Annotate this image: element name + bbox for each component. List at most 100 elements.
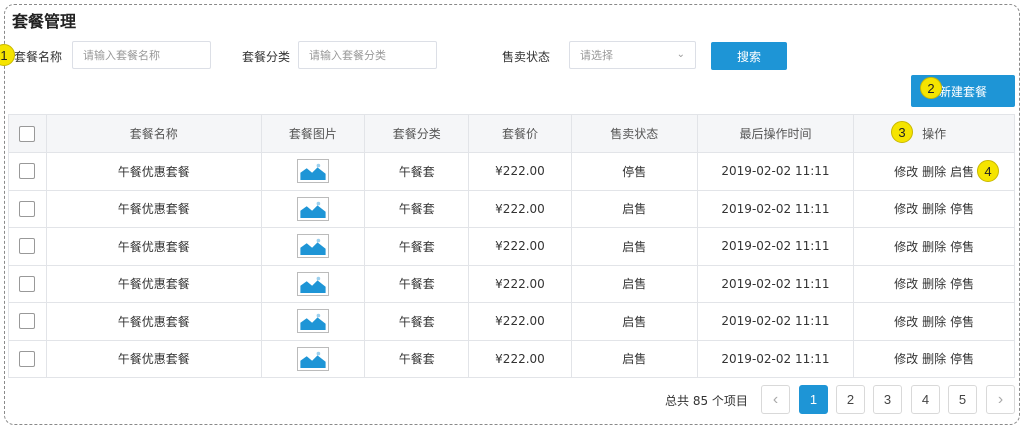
table-row: 午餐优惠套餐 午餐套 ¥222.00 启售 2019-02-02 11:11 修改 删除 停售 bbox=[9, 227, 1014, 265]
delete-link[interactable]: 删除 bbox=[922, 163, 946, 180]
row-select-cell bbox=[9, 341, 46, 378]
package-name: 午餐优惠套餐 bbox=[45, 153, 261, 190]
delete-link[interactable]: 删除 bbox=[922, 350, 946, 367]
package-name: 午餐优惠套餐 bbox=[45, 303, 261, 340]
edit-link[interactable]: 修改 bbox=[894, 238, 918, 255]
package-price: ¥222.00 bbox=[468, 340, 571, 377]
package-status: 启售 bbox=[570, 340, 697, 377]
package-image bbox=[296, 346, 329, 371]
status-select[interactable]: 请选择 ⌄ bbox=[569, 41, 696, 69]
package-category: 午餐套 bbox=[364, 190, 468, 227]
package-status: 停售 bbox=[570, 153, 697, 190]
table-row: 午餐优惠套餐 午餐套 ¥222.00 停售 2019-02-02 11:11 修改 删除 启售 bbox=[9, 152, 1014, 190]
image-placeholder-icon bbox=[300, 274, 326, 293]
toggle-sale-link[interactable]: 启售 bbox=[950, 163, 974, 180]
package-image bbox=[296, 309, 329, 334]
search-button[interactable]: 搜索 bbox=[711, 42, 787, 70]
page-button-4[interactable]: 4 bbox=[911, 385, 940, 414]
toggle-sale-link[interactable]: 停售 bbox=[950, 238, 974, 255]
package-image bbox=[296, 271, 329, 296]
status-select-placeholder: 请选择 bbox=[580, 49, 613, 62]
header-updated-time: 最后操作时间 bbox=[696, 115, 854, 152]
table-body: 午餐优惠套餐 午餐套 ¥222.00 停售 2019-02-02 11:11 修改 删除 启售… bbox=[9, 152, 1014, 377]
image-placeholder-icon bbox=[300, 162, 326, 181]
edit-link[interactable]: 修改 bbox=[894, 275, 918, 292]
header-actions: 操作 bbox=[853, 115, 1014, 152]
package-category: 午餐套 bbox=[364, 228, 468, 265]
header-image: 套餐图片 bbox=[260, 115, 365, 152]
package-status: 启售 bbox=[570, 228, 697, 265]
package-category: 午餐套 bbox=[364, 303, 468, 340]
package-image-cell bbox=[260, 190, 365, 227]
chevron-right-icon[interactable]: › bbox=[986, 385, 1015, 414]
package-image-cell bbox=[260, 265, 365, 302]
package-name: 午餐优惠套餐 bbox=[45, 265, 261, 302]
toggle-sale-link[interactable]: 停售 bbox=[950, 200, 974, 217]
row-checkbox[interactable] bbox=[19, 350, 36, 367]
image-placeholder-icon bbox=[300, 312, 326, 331]
package-image-cell bbox=[260, 228, 365, 265]
delete-link[interactable]: 删除 bbox=[922, 238, 946, 255]
row-checkbox[interactable] bbox=[19, 163, 36, 180]
delete-link[interactable]: 删除 bbox=[922, 313, 946, 330]
table-row: 午餐优惠套餐 午餐套 ¥222.00 启售 2019-02-02 11:11 修改 删除 停售 bbox=[9, 264, 1014, 303]
table-row: 午餐优惠套餐 午餐套 ¥222.00 启售 2019-02-02 11:11 修改 删除 停售 bbox=[9, 339, 1014, 378]
select-all-checkbox[interactable] bbox=[19, 125, 36, 142]
package-status: 启售 bbox=[570, 303, 697, 340]
delete-link[interactable]: 删除 bbox=[922, 200, 946, 217]
package-name: 午餐优惠套餐 bbox=[45, 190, 261, 227]
row-select-cell bbox=[9, 153, 46, 190]
row-select-cell bbox=[9, 266, 46, 303]
toggle-sale-link[interactable]: 停售 bbox=[950, 275, 974, 292]
row-select-cell bbox=[9, 303, 46, 340]
package-category: 午餐套 bbox=[364, 340, 468, 377]
edit-link[interactable]: 修改 bbox=[894, 313, 918, 330]
page-button-1[interactable]: 1 bbox=[799, 385, 828, 414]
package-category: 午餐套 bbox=[364, 153, 468, 190]
package-price: ¥222.00 bbox=[468, 190, 571, 227]
package-image-cell bbox=[260, 340, 365, 377]
package-actions: 修改 删除 停售 bbox=[853, 228, 1014, 265]
package-table: 套餐名称 套餐图片 套餐分类 套餐价 售卖状态 最后操作时间 操作 午餐优惠套餐… bbox=[8, 114, 1015, 378]
image-placeholder-icon bbox=[300, 349, 326, 368]
package-updated-time: 2019-02-02 11:11 bbox=[696, 340, 854, 377]
toggle-sale-link[interactable]: 停售 bbox=[950, 350, 974, 367]
edit-link[interactable]: 修改 bbox=[894, 350, 918, 367]
category-filter-label: 套餐分类 bbox=[242, 50, 291, 64]
name-search-input[interactable]: 请输入套餐名称 bbox=[72, 41, 211, 69]
header-category: 套餐分类 bbox=[364, 115, 468, 152]
chevron-left-icon[interactable]: ‹ bbox=[761, 385, 790, 414]
table-header: 套餐名称 套餐图片 套餐分类 套餐价 售卖状态 最后操作时间 操作 bbox=[9, 115, 1014, 152]
page-button-2[interactable]: 2 bbox=[836, 385, 865, 414]
package-price: ¥222.00 bbox=[468, 153, 571, 190]
table-row: 午餐优惠套餐 午餐套 ¥222.00 启售 2019-02-02 11:11 修改 删除 停售 bbox=[9, 189, 1014, 227]
row-checkbox[interactable] bbox=[19, 313, 36, 330]
page-title: 套餐管理 bbox=[12, 12, 77, 31]
status-filter-label: 售卖状态 bbox=[502, 50, 551, 64]
package-name: 午餐优惠套餐 bbox=[45, 228, 261, 265]
table-row: 午餐优惠套餐 午餐套 ¥222.00 启售 2019-02-02 11:11 修改 删除 停售 bbox=[9, 302, 1014, 340]
page-button-5[interactable]: 5 bbox=[948, 385, 977, 414]
delete-link[interactable]: 删除 bbox=[922, 275, 946, 292]
package-price: ¥222.00 bbox=[468, 228, 571, 265]
package-image-cell bbox=[260, 303, 365, 340]
row-checkbox[interactable] bbox=[19, 275, 36, 292]
row-checkbox[interactable] bbox=[19, 238, 36, 255]
package-price: ¥222.00 bbox=[468, 265, 571, 302]
edit-link[interactable]: 修改 bbox=[894, 163, 918, 180]
package-updated-time: 2019-02-02 11:11 bbox=[696, 153, 854, 190]
package-actions: 修改 删除 停售 bbox=[853, 190, 1014, 227]
edit-link[interactable]: 修改 bbox=[894, 200, 918, 217]
package-actions: 修改 删除 停售 bbox=[853, 265, 1014, 302]
package-updated-time: 2019-02-02 11:11 bbox=[696, 265, 854, 302]
package-image-cell bbox=[260, 153, 365, 190]
category-search-input[interactable]: 请输入套餐分类 bbox=[298, 41, 437, 69]
row-checkbox[interactable] bbox=[19, 200, 36, 217]
page-button-3[interactable]: 3 bbox=[873, 385, 902, 414]
annotation-marker-4: 4 bbox=[977, 160, 999, 182]
pagination-total: 总共 85 个项目 bbox=[665, 394, 748, 408]
package-name: 午餐优惠套餐 bbox=[45, 340, 261, 377]
package-price: ¥222.00 bbox=[468, 303, 571, 340]
annotation-marker-2: 2 bbox=[920, 77, 942, 99]
toggle-sale-link[interactable]: 停售 bbox=[950, 313, 974, 330]
